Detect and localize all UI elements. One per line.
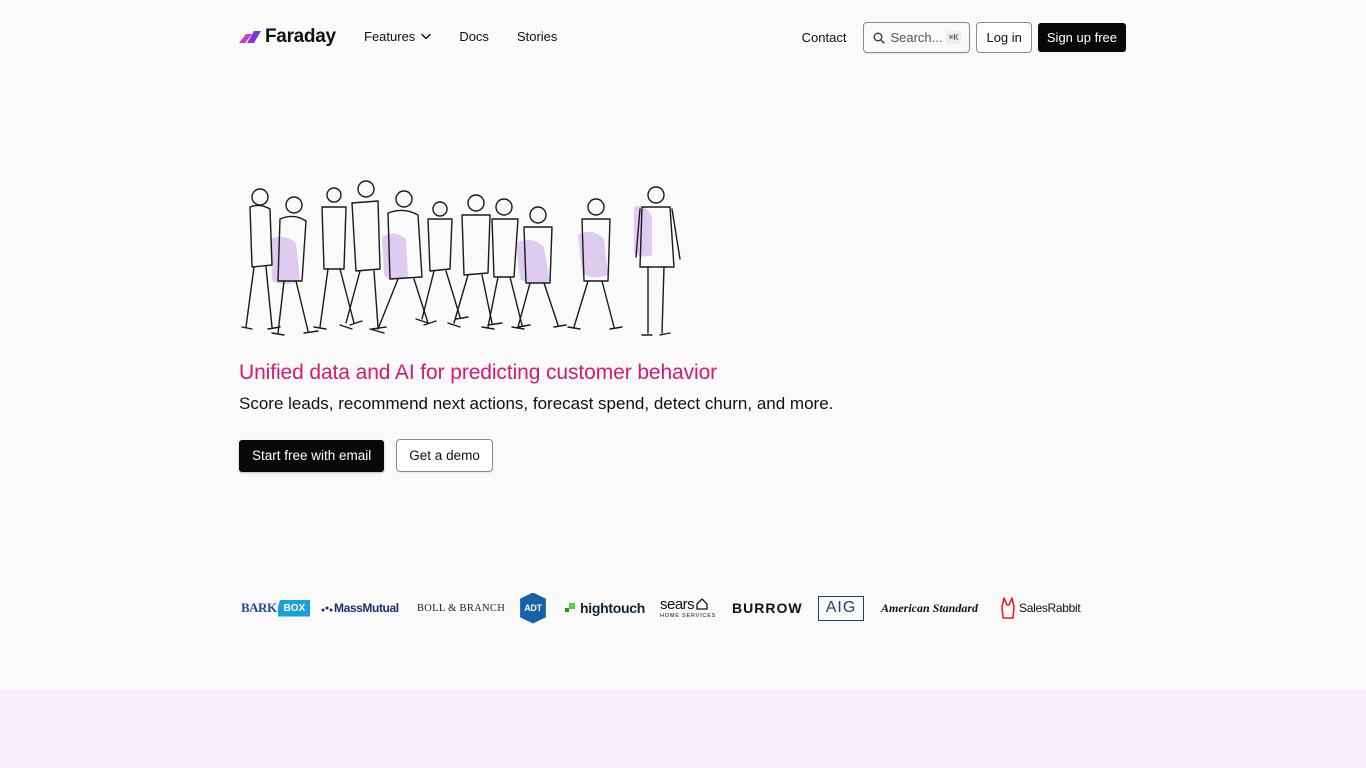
- sears-logo: sears HOME SERVICES: [660, 590, 716, 626]
- barkbox-logo-word2: BOX: [277, 599, 311, 617]
- hightouch-mark-icon: [565, 603, 575, 612]
- house-icon: [696, 597, 708, 610]
- primary-nav: Features Docs Stories: [364, 29, 557, 44]
- brand-name: Faraday: [265, 26, 336, 47]
- adt-logo-badge: ADT: [520, 592, 546, 624]
- massmutual-logo-text: MassMutual: [334, 601, 399, 615]
- aig-logo: AIG: [818, 590, 864, 626]
- burrow-logo: BURROW: [732, 600, 803, 616]
- rabbit-icon: [1001, 597, 1015, 619]
- barkbox-logo-word1: BARK: [241, 600, 277, 615]
- massmutual-dots-icon: [321, 606, 333, 612]
- nav-stories[interactable]: Stories: [517, 29, 557, 44]
- search-icon: [874, 32, 886, 44]
- hightouch-logo-text: hightouch: [580, 600, 645, 616]
- search-placeholder: Search...: [890, 30, 943, 45]
- nav-features[interactable]: Features: [364, 29, 432, 44]
- bollbranch-logo: BOLL & BRANCH: [417, 602, 506, 614]
- aig-logo-text: AIG: [818, 595, 864, 621]
- contact-link[interactable]: Contact: [802, 30, 847, 45]
- crowd-illustration: [241, 180, 681, 336]
- salesrabbit-logo-text: SalesRabbit: [1019, 601, 1081, 615]
- barkbox-logo: BARK BOX: [241, 590, 311, 626]
- sears-logo-sub: HOME SERVICES: [660, 612, 717, 619]
- hero-subheadline: Score leads, recommend next actions, for…: [239, 394, 834, 413]
- top-navigation: Faraday Features Docs Stories Contact Se…: [0, 0, 1366, 75]
- american-standard-logo: American Standard: [881, 600, 979, 615]
- hero-cta-group: Start free with email Get a demo: [239, 439, 493, 472]
- chevron-down-icon: [421, 33, 432, 40]
- nav-features-label: Features: [364, 29, 416, 44]
- login-button[interactable]: Log in: [976, 22, 1032, 53]
- hero-headline: Unified data and AI for predicting custo…: [239, 361, 718, 384]
- adt-logo: ADT: [518, 590, 548, 626]
- massmutual-logo: MassMutual: [321, 590, 399, 626]
- get-demo-button[interactable]: Get a demo: [396, 439, 493, 472]
- start-free-button[interactable]: Start free with email: [239, 439, 385, 472]
- faraday-logo-icon: [239, 31, 261, 43]
- salesrabbit-logo: SalesRabbit: [1000, 590, 1081, 626]
- sears-logo-word: sears: [660, 595, 695, 613]
- nav-docs[interactable]: Docs: [459, 29, 489, 44]
- signup-button[interactable]: Sign up free: [1037, 23, 1126, 52]
- sears-logo-main: sears: [660, 597, 708, 612]
- brand-logo[interactable]: Faraday: [239, 26, 336, 48]
- hightouch-logo: hightouch: [564, 590, 645, 626]
- search-button[interactable]: Search... ⌘K: [863, 22, 971, 53]
- customer-logos: BARK BOX MassMutual BOLL & BRANCH ADT hi…: [241, 590, 1091, 626]
- next-section-band: [0, 690, 1366, 768]
- search-shortcut: ⌘K: [945, 31, 962, 44]
- nav-actions: Contact Search... ⌘K Log in Sign up free: [802, 22, 1126, 53]
